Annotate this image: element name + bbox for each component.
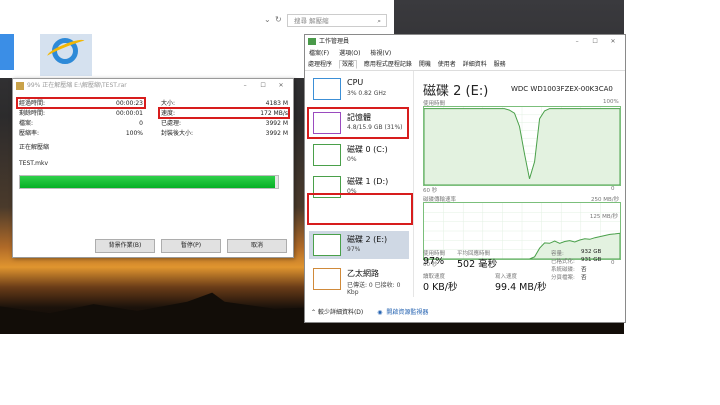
write-speed-value: 99.4 MB/秒: [495, 282, 547, 293]
taskmgr-footer: ⌃ 較少詳細資料(D) ◉ 開啟資源監視器: [305, 305, 625, 321]
menu-view[interactable]: 檢視(V): [370, 50, 391, 57]
menu-file[interactable]: 檔案(F): [309, 50, 329, 57]
read-speed-value: 0 KB/秒: [423, 282, 458, 293]
close-button[interactable]: ✕: [273, 79, 289, 93]
sidebar-item-label: 磁碟 1 (D:): [347, 177, 389, 186]
search-icon: ⌕: [377, 17, 381, 25]
status-text: 正在解壓縮: [19, 144, 50, 151]
response-time-value: 502 毫秒: [457, 259, 498, 270]
progress-fill: [20, 176, 276, 188]
sidebar-item-sub: 3% 0.82 GHz: [347, 90, 387, 97]
sidebar-item-ethernet[interactable]: 乙太網路 已傳送: 0 已接收: 0 Kbp: [309, 265, 409, 296]
sidebar-item-sub: 0%: [347, 156, 357, 163]
extract-progress-dialog: 99% 正在解壓縮 E:\解壓縮\TEST.rar – ☐ ✕ 經過時間: 00…: [12, 78, 294, 258]
sidebar-item-label: 磁碟 0 (C:): [347, 145, 388, 154]
cancel-button[interactable]: 取消: [227, 239, 287, 253]
ethernet-thumbnail: [313, 268, 341, 290]
chart1-min: 0: [611, 186, 615, 192]
tab-users[interactable]: 使用者: [438, 61, 456, 68]
background-button[interactable]: 背景作業(B): [95, 239, 155, 253]
minimize-button[interactable]: –: [569, 35, 585, 49]
disk-model: WDC WD1003FZEX-00K3CA0: [511, 85, 613, 93]
highlight-elapsed: [16, 97, 146, 109]
taskmgr-title: 工作管理員: [319, 38, 350, 45]
performance-sidebar: CPU 3% 0.82 GHz 記憶體 4.8/15.9 GB (31%) 磁碟…: [305, 71, 414, 297]
formatted-label: 已格式化:: [551, 259, 575, 265]
packed-size-value: 3992 M: [265, 130, 288, 137]
remaining-label: 剩餘時間:: [19, 110, 46, 117]
page-file-label: 分頁檔案:: [551, 275, 575, 281]
chart1-time: 60 秒: [423, 188, 438, 194]
maximize-button[interactable]: ☐: [587, 35, 603, 49]
remaining-value: 00:00:01: [116, 110, 143, 117]
sidebar-item-cpu[interactable]: CPU 3% 0.82 GHz: [309, 75, 409, 103]
refresh-icon[interactable]: ↻: [275, 15, 282, 24]
highlight-memory: [307, 107, 409, 139]
internet-explorer-icon[interactable]: [40, 34, 92, 76]
maximize-button[interactable]: ☐: [255, 79, 271, 93]
fewer-details-link[interactable]: 較少詳細資料(D): [318, 309, 363, 316]
tab-app-history[interactable]: 應用程式歷程記錄: [364, 61, 412, 68]
disk2-thumbnail: [313, 234, 341, 256]
tab-processes[interactable]: 處理程序: [308, 61, 332, 68]
dialog-titlebar: 99% 正在解壓縮 E:\解壓縮\TEST.rar – ☐ ✕: [13, 79, 293, 93]
usage-chart: [423, 106, 621, 186]
taskmgr-titlebar: 工作管理員 – ☐ ✕: [305, 35, 625, 49]
active-time-value: 97%: [423, 256, 445, 267]
menu-bar: 檔案(F) 選項(O) 檢視(V): [305, 49, 625, 59]
dialog-title: 99% 正在解壓縮 E:\解壓縮\TEST.rar: [27, 82, 127, 89]
ratio-value: 100%: [125, 130, 143, 137]
minimize-button[interactable]: –: [237, 79, 253, 93]
resource-monitor-icon: ◉: [377, 309, 383, 316]
system-disk-label: 系統磁碟:: [551, 267, 575, 273]
current-filename: TEST.mkv: [19, 160, 48, 167]
pause-button[interactable]: 暫停(P): [161, 239, 221, 253]
open-resource-monitor-link[interactable]: 開啟資源監視器: [386, 309, 428, 316]
packed-size-label: 封裝後大小:: [161, 130, 194, 137]
processed-label: 已處理:: [161, 120, 182, 127]
chart2-mid: 125 MB/秒: [589, 214, 618, 220]
ratio-label: 壓縮率:: [19, 130, 40, 137]
highlight-speed: [158, 107, 290, 119]
search-input[interactable]: 搜尋 解壓縮 ⌕: [287, 14, 387, 27]
disk-title: 磁碟 2 (E:): [423, 84, 489, 99]
tab-strip: 處理程序 效能 應用程式歷程記錄 開機 使用者 詳細資料 服務: [305, 59, 625, 71]
cpu-thumbnail: [313, 78, 341, 100]
sidebar-item-label: 磁碟 2 (E:): [347, 235, 388, 244]
highlight-disk2: [307, 193, 413, 225]
chart2-min: 0: [611, 260, 615, 266]
close-button[interactable]: ✕: [605, 35, 621, 49]
file-explorer-window: ⌄ ↻ 搜尋 解壓縮 ⌕: [0, 0, 394, 31]
sidebar-item-sub: 已傳送: 0 已接收: 0 Kbp: [347, 282, 401, 296]
sidebar-item-disk0[interactable]: 磁碟 0 (C:) 0%: [309, 141, 409, 169]
task-manager-icon: [308, 38, 316, 45]
tab-services[interactable]: 服務: [494, 61, 506, 68]
files-value: 0: [139, 120, 143, 127]
sidebar-item-label: 乙太網路: [347, 269, 379, 278]
capacity-value: 932 GB: [581, 249, 602, 255]
chevron-up-icon[interactable]: ⌃: [311, 309, 316, 316]
sidebar-item-label: CPU: [347, 78, 364, 87]
sidebar-item-sub: 97%: [347, 246, 361, 253]
page-file-value: 否: [581, 275, 587, 281]
search-placeholder: 搜尋 解壓縮: [294, 17, 329, 25]
disk0-thumbnail: [313, 144, 341, 166]
tab-performance[interactable]: 效能: [338, 60, 357, 69]
dropdown-icon[interactable]: ⌄: [264, 15, 271, 24]
file-icon[interactable]: [0, 34, 14, 70]
menu-options[interactable]: 選項(O): [339, 50, 360, 57]
chart1-max: 100%: [603, 99, 619, 105]
extract-progress-bar: [19, 175, 279, 189]
formatted-value: 931 GB: [581, 257, 602, 263]
usage-chart-svg: [424, 107, 620, 185]
capacity-label: 容量:: [551, 251, 564, 257]
tab-details[interactable]: 詳細資料: [463, 61, 487, 68]
files-label: 檔案:: [19, 120, 34, 127]
processed-value: 3992 M: [265, 120, 288, 127]
tab-startup[interactable]: 開機: [419, 61, 431, 68]
sidebar-item-disk2[interactable]: 磁碟 2 (E:) 97%: [309, 231, 409, 259]
winrar-icon: [16, 82, 24, 90]
system-disk-value: 否: [581, 267, 587, 273]
task-manager-window: 工作管理員 – ☐ ✕ 檔案(F) 選項(O) 檢視(V) 處理程序 效能 應用…: [304, 34, 626, 323]
